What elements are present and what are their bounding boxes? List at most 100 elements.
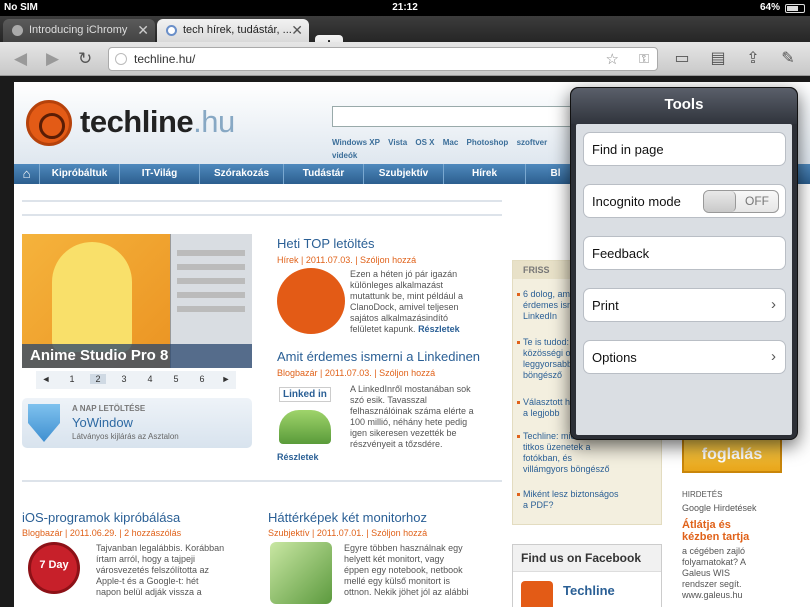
tools-popover: Tools Find in page Incognito mode OFF Fe…	[570, 87, 798, 440]
hero-caption: Anime Studio Pro 8	[22, 344, 252, 368]
forward-arrow-icon[interactable]: ▶	[46, 49, 59, 69]
download-subtitle: Látványos kijlárás az Asztalon	[72, 432, 179, 441]
tab-strip: Introducing iChromy ✕ tech hírek, tudást…	[0, 16, 810, 56]
quicklink[interactable]: Photoshop	[467, 138, 509, 147]
read-more-link[interactable]: Részletek	[418, 324, 460, 334]
quicklink[interactable]: Mac	[443, 138, 459, 147]
tab-close-icon[interactable]: ✕	[291, 22, 303, 39]
article-meta: Szubjektív | 2011.07.01. | Szóljon hozzá	[268, 528, 428, 538]
pager-prev[interactable]: ◄	[38, 374, 54, 384]
find-in-page-item[interactable]: Find in page	[583, 132, 786, 166]
incognito-toggle[interactable]: OFF	[703, 190, 779, 213]
seven-day-badge[interactable]: 7 Day	[28, 542, 80, 594]
ad-text: a cégében zajló folyamatokat? A Galeus WIS…	[682, 546, 747, 600]
menu-item-label: Options	[592, 350, 637, 365]
home-icon[interactable]: ⌂	[14, 164, 40, 184]
divider	[22, 200, 502, 202]
pager-page[interactable]: 1	[64, 374, 80, 384]
chevron-right-icon: ›	[771, 296, 776, 313]
pager-next[interactable]: ►	[218, 374, 234, 384]
quicklink[interactable]: Windows XP	[332, 138, 380, 147]
menu-item[interactable]: Szubjektív	[364, 164, 444, 184]
options-item[interactable]: Options ›	[583, 340, 786, 374]
read-more-link[interactable]: Részletek	[277, 452, 319, 463]
tools-title: Tools	[571, 88, 797, 124]
site-search-input[interactable]	[332, 106, 572, 127]
bookmark-star-icon[interactable]: ☆	[606, 50, 619, 68]
ad-label: HIRDETÉS	[682, 490, 723, 499]
hero-character-image	[52, 242, 132, 352]
tab-techline[interactable]: tech hírek, tudástár, ... ✕	[157, 19, 309, 42]
menu-item[interactable]: Hírek	[444, 164, 526, 184]
feedback-item[interactable]: Feedback	[583, 236, 786, 270]
pager-page[interactable]: 2	[90, 374, 106, 384]
article-thumbnail[interactable]: Linked in	[279, 384, 339, 446]
facebook-page-link[interactable]: Techline	[563, 583, 615, 598]
google-ads-label: Google Hirdetések	[682, 503, 757, 513]
article-meta: Blogbazár | 2011.07.03. | Szóljon hozzá	[277, 368, 436, 378]
linkedin-logo: Linked in	[279, 387, 331, 402]
print-item[interactable]: Print ›	[583, 288, 786, 322]
article-title[interactable]: Háttérképek két monitorhoz	[268, 510, 427, 525]
site-logo[interactable]: techline.hu	[80, 104, 235, 140]
tab-close-icon[interactable]: ✕	[137, 22, 149, 39]
pager-page[interactable]: 5	[168, 374, 184, 384]
slider-pager: ◄ 1 2 3 4 5 6 ►	[36, 371, 236, 389]
quicklink[interactable]: videók	[332, 151, 357, 160]
article-meta: Hírek | 2011.07.03. | Szóljon hozzá	[277, 255, 417, 265]
tab-title: tech hírek, tudástár, ...	[183, 24, 292, 36]
article-title[interactable]: Heti TOP letöltés	[277, 236, 375, 251]
article-excerpt: A LinkedInről mostanában sok szó esik. Ta…	[350, 384, 474, 449]
menu-item[interactable]: IT-Világ	[120, 164, 200, 184]
browser-toolbar: ◀ ▶ ↻ techline.hu/ ☆ ⚿ ▭ ▤ ⇪ ✎	[0, 42, 810, 76]
tab-title: Introducing iChromy	[29, 24, 128, 36]
reload-icon[interactable]: ↻	[78, 49, 92, 69]
page-favicon-icon	[12, 25, 23, 36]
share-icon[interactable]: ⇪	[741, 48, 765, 70]
menu-item-label: Feedback	[592, 246, 650, 261]
download-title[interactable]: YoWindow	[72, 415, 133, 430]
wrench-icon[interactable]: ✎	[776, 48, 800, 70]
divider	[22, 214, 502, 216]
menu-item[interactable]: Tudástár	[284, 164, 364, 184]
status-clock: 21:12	[392, 2, 418, 13]
menu-item[interactable]: Kipróbáltuk	[40, 164, 120, 184]
globe-icon	[115, 53, 127, 65]
document-icon[interactable]: ▤	[706, 48, 730, 70]
book-icon[interactable]: ▭	[670, 48, 694, 70]
pager-page[interactable]: 3	[116, 374, 132, 384]
page-favicon-icon	[166, 25, 177, 36]
article-thumbnail[interactable]	[277, 268, 345, 334]
quicklink[interactable]: szoftver	[517, 138, 548, 147]
download-of-the-day[interactable]: A NAP LETÖLTÉSE YoWindow Látványos kijlá…	[22, 398, 252, 448]
article-excerpt: Egyre többen használnak egy helyett két m…	[344, 543, 469, 597]
download-label: A NAP LETÖLTÉSE	[72, 404, 146, 413]
booking-ad-button[interactable]: foglalás	[682, 437, 782, 473]
status-bar: No SIM 21:12 64%	[0, 0, 810, 16]
address-bar[interactable]: techline.hu/ ☆ ⚿	[108, 47, 658, 71]
battery-percent: 64%	[759, 2, 780, 13]
menu-item-label: Incognito mode	[592, 194, 681, 209]
divider	[22, 480, 502, 482]
quicklink[interactable]: OS X	[415, 138, 434, 147]
article-excerpt: Ezen a héten jó pár igazán különleges alk…	[350, 269, 464, 334]
tab-introducing-ichromy[interactable]: Introducing iChromy ✕	[3, 19, 155, 42]
featured-slider[interactable]: Anime Studio Pro 8	[22, 234, 252, 368]
key-icon[interactable]: ⚿	[639, 51, 649, 67]
techline-logo-icon[interactable]	[521, 581, 553, 607]
download-arrow-icon	[28, 404, 60, 442]
ad-headline-link[interactable]: Átlátja és kézben tartja	[682, 519, 749, 543]
article-meta: Blogbazár | 2011.06.29. | 2 hozzászólás	[22, 528, 182, 538]
pager-page[interactable]: 4	[142, 374, 158, 384]
battery-icon	[785, 4, 805, 13]
pager-page[interactable]: 6	[194, 374, 210, 384]
fresh-news-item[interactable]: Miként lesz biztonságos a PDF?	[517, 489, 653, 511]
quicklink[interactable]: Vista	[388, 138, 407, 147]
article-title[interactable]: iOS-programok kipróbálása	[22, 510, 180, 525]
url-text[interactable]: techline.hu/	[134, 52, 195, 66]
techline-logo-icon[interactable]	[26, 100, 72, 146]
article-title[interactable]: Amit érdemes ismerni a Linkedinen	[277, 349, 480, 364]
menu-item[interactable]: Szórakozás	[200, 164, 284, 184]
back-arrow-icon[interactable]: ◀	[14, 49, 27, 69]
article-thumbnail[interactable]	[270, 542, 332, 604]
